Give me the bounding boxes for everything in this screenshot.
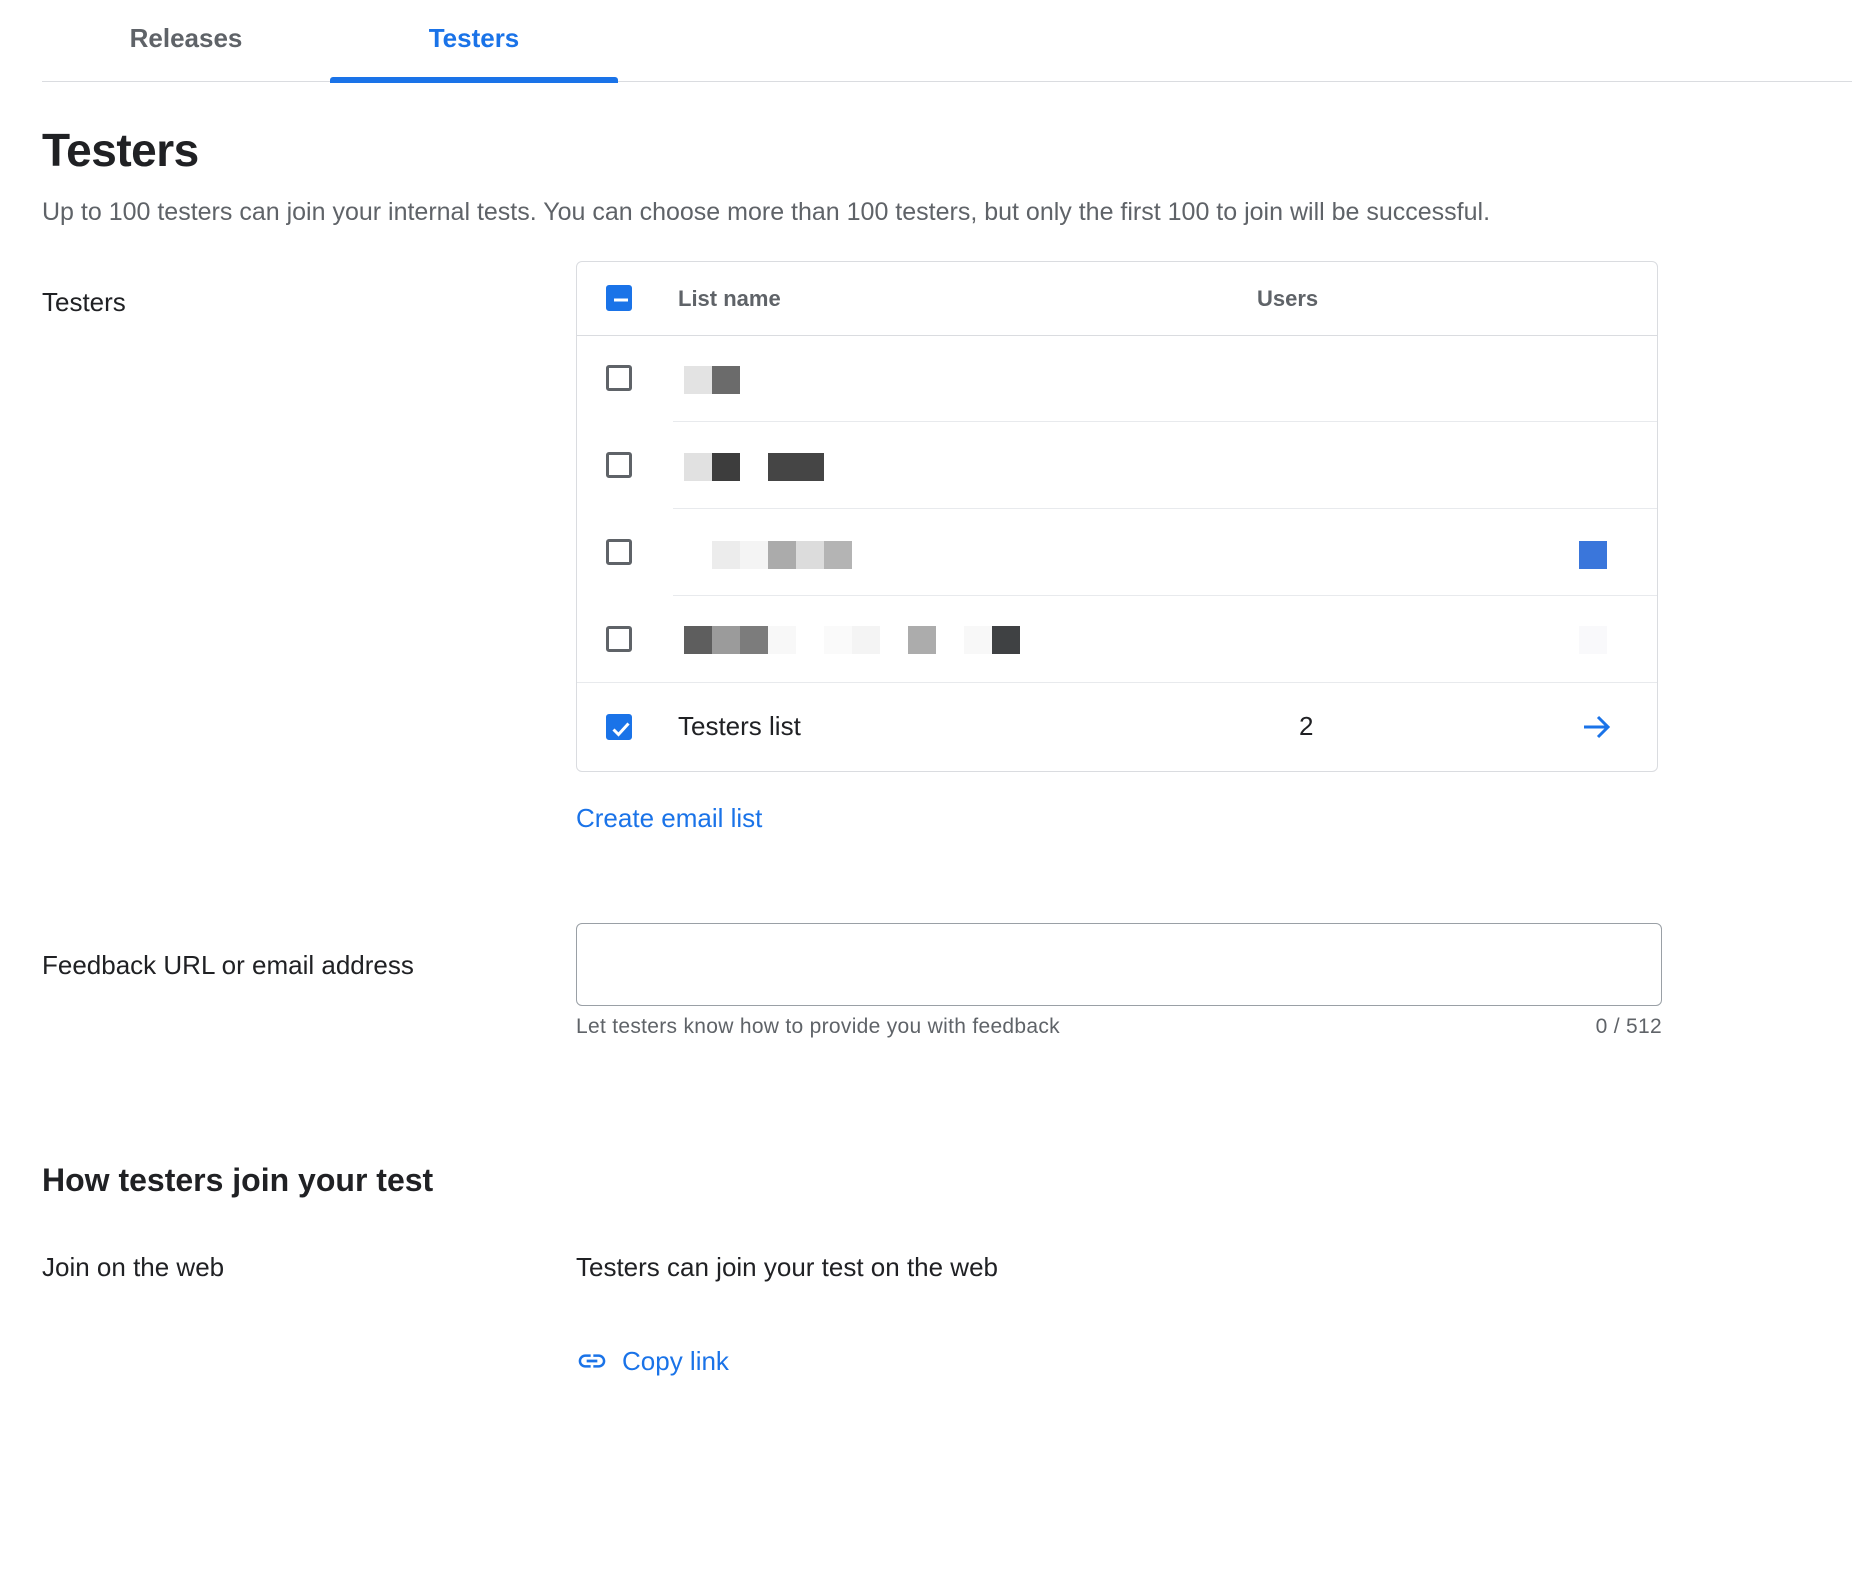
row-checkbox[interactable] xyxy=(606,539,632,565)
page-title: Testers xyxy=(42,124,199,176)
feedback-helper-text: Let testers know how to provide you with… xyxy=(576,1015,1060,1038)
redacted-list-name xyxy=(684,366,712,394)
checkmark-icon xyxy=(612,722,630,737)
tester-lists-table: List name Users Testers list 2 xyxy=(576,261,1658,772)
testers-label: Testers xyxy=(42,287,126,317)
redacted-list-name xyxy=(768,453,824,481)
redacted-list-name xyxy=(684,453,712,481)
table-row[interactable]: Testers list 2 xyxy=(577,683,1657,770)
redacted-list-name xyxy=(740,541,768,569)
redacted-list-name xyxy=(684,626,712,654)
tab-testers[interactable]: Testers xyxy=(330,0,618,83)
column-header-users[interactable]: Users xyxy=(1257,262,1318,335)
testers-page: Releases Testers Testers Up to 100 teste… xyxy=(0,0,1852,1572)
redacted-list-name xyxy=(712,541,740,569)
tab-releases[interactable]: Releases xyxy=(42,0,330,81)
redacted-list-name xyxy=(768,626,796,654)
feedback-url-input[interactable] xyxy=(576,923,1662,1006)
table-row[interactable] xyxy=(577,422,1657,509)
redacted-list-name xyxy=(908,626,936,654)
column-header-list-name[interactable]: List name xyxy=(678,262,781,335)
select-all-checkbox[interactable] xyxy=(606,285,632,311)
arrow-right-icon[interactable] xyxy=(1580,710,1614,744)
redacted-list-name xyxy=(712,366,740,394)
copy-link-label: Copy link xyxy=(622,1345,729,1376)
table-header: List name Users xyxy=(577,262,1657,336)
row-checkbox[interactable] xyxy=(606,626,632,652)
tab-releases-label: Releases xyxy=(129,23,243,53)
join-web-label: Join on the web xyxy=(42,1252,225,1282)
redacted-list-name xyxy=(964,626,992,654)
redacted-list-name xyxy=(768,541,796,569)
join-section-title: How testers join your test xyxy=(42,1162,434,1198)
create-email-list-link[interactable]: Create email list xyxy=(576,803,762,834)
list-name-cell: Testers list xyxy=(678,711,801,741)
users-count-cell: 2 xyxy=(1299,711,1314,741)
copy-link-button[interactable]: Copy link xyxy=(576,1345,729,1377)
feedback-label: Feedback URL or email address xyxy=(42,950,414,980)
tab-bar: Releases Testers xyxy=(42,0,1852,83)
redacted-users-value xyxy=(1579,626,1607,654)
redacted-list-name xyxy=(852,626,880,654)
row-checkbox[interactable] xyxy=(606,714,632,740)
redacted-users-value xyxy=(1579,541,1607,569)
redacted-list-name xyxy=(992,626,1020,654)
redacted-list-name xyxy=(712,626,740,654)
redacted-list-name xyxy=(824,541,852,569)
row-checkbox[interactable] xyxy=(606,452,632,478)
active-tab-indicator xyxy=(330,77,618,83)
row-checkbox[interactable] xyxy=(606,365,632,391)
redacted-list-name xyxy=(740,626,768,654)
join-web-text: Testers can join your test on the web xyxy=(576,1252,999,1282)
redacted-list-name xyxy=(712,453,740,481)
checkbox-indeterminate-icon xyxy=(614,298,628,302)
feedback-char-counter: 0 / 512 xyxy=(1595,1015,1662,1038)
page-description: Up to 100 testers can join your internal… xyxy=(42,198,1491,226)
redacted-list-name xyxy=(796,541,824,569)
table-row[interactable] xyxy=(577,509,1657,596)
table-row[interactable] xyxy=(577,335,1657,422)
redacted-list-name xyxy=(824,626,852,654)
table-row[interactable] xyxy=(577,596,1657,683)
tab-testers-label: Testers xyxy=(428,23,520,53)
link-icon xyxy=(578,1354,606,1368)
